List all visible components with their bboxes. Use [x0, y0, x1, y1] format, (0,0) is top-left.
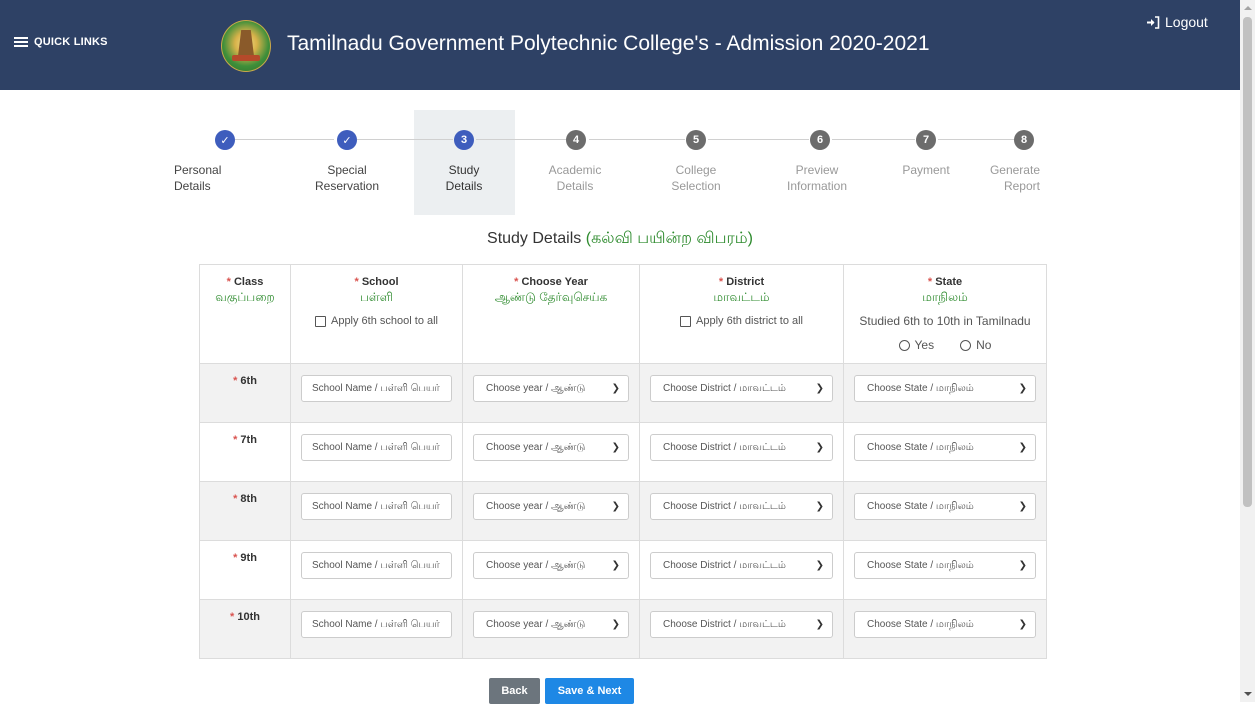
- school-name-input[interactable]: School Name / பள்ளி பெயர்: [301, 493, 452, 520]
- quick-links-menu[interactable]: QUICK LINKS: [14, 36, 108, 48]
- step-4-indicator: 4: [566, 130, 586, 150]
- step-2-label[interactable]: Special Reservation: [302, 162, 392, 194]
- section-title-ta: (கல்வி பயின்ற விபரம்): [585, 230, 753, 247]
- class-label: * 7th: [199, 422, 291, 482]
- logout-label: Logout: [1165, 14, 1208, 30]
- year-select[interactable]: Choose year / ஆண்டு ❯: [473, 493, 629, 520]
- scroll-down-arrow-icon[interactable]: [1244, 692, 1252, 696]
- district-select[interactable]: Choose District / மாவட்டம் ❯: [650, 434, 833, 461]
- step-connector: [832, 139, 915, 140]
- district-select[interactable]: Choose District / மாவட்டம் ❯: [650, 493, 833, 520]
- school-name-input[interactable]: School Name / பள்ளி பெயர்: [301, 434, 452, 461]
- school-name-input[interactable]: School Name / பள்ளி பெயர்: [301, 552, 452, 579]
- chevron-down-icon: ❯: [815, 442, 824, 453]
- step-5-label: College Selection: [671, 163, 721, 193]
- section-title: Study Details (கல்வி பயின்ற விபரம்): [0, 229, 1240, 249]
- district-select[interactable]: Choose District / மாவட்டம் ❯: [650, 552, 833, 579]
- chevron-down-icon: ❯: [611, 619, 620, 630]
- step-6-indicator: 6: [810, 130, 830, 150]
- school-column-header: * School பள்ளி Apply 6th school to all: [290, 264, 463, 364]
- state-select[interactable]: Choose State / மாநிலம் ❯: [854, 434, 1036, 461]
- app-title: Tamilnadu Government Polytechnic College…: [287, 32, 930, 55]
- table-header-row: * Class வகுப்பறை * School பள்ளி Apply 6t…: [199, 264, 1047, 364]
- step-connector: [235, 139, 334, 140]
- back-button[interactable]: Back: [489, 678, 540, 704]
- step-3-indicator[interactable]: 3: [454, 130, 474, 150]
- chevron-down-icon: ❯: [1018, 442, 1027, 453]
- state-column-header: * State மாநிலம் Studied 6th to 10th in T…: [843, 264, 1047, 364]
- class-label: * 9th: [199, 540, 291, 600]
- step-1-label[interactable]: Personal Details: [174, 162, 264, 194]
- step-1-check-icon[interactable]: ✓: [215, 130, 235, 150]
- scroll-up-arrow-icon[interactable]: [1244, 6, 1252, 10]
- chevron-down-icon: ❯: [611, 501, 620, 512]
- table-row: * 9th School Name / பள்ளி பெயர் Choose y…: [199, 540, 1047, 600]
- chevron-down-icon: ❯: [611, 560, 620, 571]
- page-scrollbar[interactable]: [1240, 0, 1255, 702]
- chevron-down-icon: ❯: [1018, 619, 1027, 630]
- school-name-input[interactable]: School Name / பள்ளி பெயர்: [301, 611, 452, 638]
- year-select[interactable]: Choose year / ஆண்டு ❯: [473, 434, 629, 461]
- hamburger-icon: [14, 37, 28, 47]
- chevron-down-icon: ❯: [815, 560, 824, 571]
- apply-school-to-all-checkbox[interactable]: Apply 6th school to all: [291, 315, 462, 327]
- step-5-indicator: 5: [686, 130, 706, 150]
- table-row: * 6th School Name / பள்ளி பெயர் Choose y…: [199, 363, 1047, 423]
- step-3-label[interactable]: Study Details: [419, 162, 509, 194]
- step-connector: [589, 139, 685, 140]
- year-select[interactable]: Choose year / ஆண்டு ❯: [473, 552, 629, 579]
- top-header: QUICK LINKS Tamilnadu Government Polytec…: [0, 0, 1240, 90]
- state-select[interactable]: Choose State / மாநிலம் ❯: [854, 493, 1036, 520]
- chevron-down-icon: ❯: [815, 383, 824, 394]
- step-2-check-icon[interactable]: ✓: [337, 130, 357, 150]
- step-4-label: Academic Details: [548, 163, 602, 193]
- scrollbar-thumb[interactable]: [1243, 17, 1252, 507]
- apply-district-to-all-checkbox[interactable]: Apply 6th district to all: [640, 315, 843, 327]
- study-details-table: * Class வகுப்பறை * School பள்ளி Apply 6t…: [199, 264, 1047, 659]
- step-connector: [357, 139, 453, 140]
- chevron-down-icon: ❯: [1018, 383, 1027, 394]
- state-select[interactable]: Choose State / மாநிலம் ❯: [854, 552, 1036, 579]
- step-connector: [938, 139, 1014, 140]
- studied-in-tamilnadu-question: Studied 6th to 10th in Tamilnadu: [859, 314, 1031, 328]
- tamilnadu-emblem-logo: [221, 20, 271, 72]
- tamilnadu-yes-radio[interactable]: Yes: [898, 338, 934, 352]
- checkbox-icon[interactable]: [314, 315, 326, 327]
- table-row: * 8th School Name / பள்ளி பெயர் Choose y…: [199, 481, 1047, 541]
- chevron-down-icon: ❯: [611, 383, 620, 394]
- class-label: * 6th: [199, 363, 291, 423]
- district-select[interactable]: Choose District / மாவட்டம் ❯: [650, 375, 833, 402]
- step-connector: [476, 139, 566, 140]
- logout-icon: [1147, 15, 1160, 29]
- year-column-header: * Choose Year ஆண்டு தேர்வுசெய்க: [462, 264, 640, 364]
- chevron-down-icon: ❯: [1018, 501, 1027, 512]
- quick-links-label: QUICK LINKS: [34, 36, 108, 48]
- table-row: * 10th School Name / பள்ளி பெயர் Choose …: [199, 599, 1047, 659]
- state-select[interactable]: Choose State / மாநிலம் ❯: [854, 611, 1036, 638]
- school-name-input[interactable]: School Name / பள்ளி பெயர்: [301, 375, 452, 402]
- logout-button[interactable]: Logout: [1146, 14, 1208, 30]
- step-8-label: Generate Report: [989, 163, 1040, 193]
- year-select[interactable]: Choose year / ஆண்டு ❯: [473, 375, 629, 402]
- save-and-next-button[interactable]: Save & Next: [545, 678, 634, 704]
- class-column-header: * Class வகுப்பறை: [199, 264, 291, 364]
- step-6-label: Preview Information: [786, 163, 848, 193]
- chevron-down-icon: ❯: [815, 619, 824, 630]
- state-select[interactable]: Choose State / மாநிலம் ❯: [854, 375, 1036, 402]
- checkbox-icon[interactable]: [680, 315, 691, 327]
- step-7-indicator: 7: [916, 130, 936, 150]
- district-select[interactable]: Choose District / மாவட்டம் ❯: [650, 611, 833, 638]
- chevron-down-icon: ❯: [815, 501, 824, 512]
- class-label: * 10th: [199, 599, 291, 659]
- step-connector: [708, 139, 809, 140]
- year-select[interactable]: Choose year / ஆண்டு ❯: [473, 611, 629, 638]
- step-8-indicator: 8: [1014, 130, 1034, 150]
- table-row: * 7th School Name / பள்ளி பெயர் Choose y…: [199, 422, 1047, 482]
- district-column-header: * District மாவட்டம் Apply 6th district t…: [639, 264, 844, 364]
- tamilnadu-no-radio[interactable]: No: [960, 338, 991, 352]
- section-title-en: Study Details: [487, 230, 582, 247]
- chevron-down-icon: ❯: [1018, 560, 1027, 571]
- chevron-down-icon: ❯: [611, 442, 620, 453]
- class-label: * 8th: [199, 481, 291, 541]
